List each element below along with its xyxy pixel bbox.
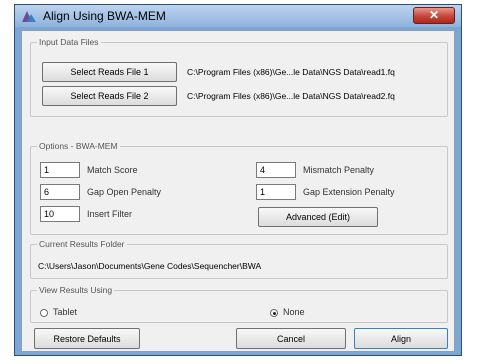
read2-path: C:\Program Files (x86)\Ge...le Data\NGS … [187,91,395,101]
align-button[interactable]: Align [354,328,448,349]
dialog-window: Align Using BWA-MEM ✕ Input Data Files S… [14,4,462,356]
insert-filter-input[interactable]: 10 [40,206,80,222]
window-title: Align Using BWA-MEM [43,9,166,23]
results-folder-legend: Current Results Folder [39,239,125,249]
view-results-legend: View Results Using [39,285,113,295]
restore-defaults-button[interactable]: Restore Defaults [34,328,140,349]
select-reads-file-2-button[interactable]: Select Reads File 2 [42,86,177,106]
mismatch-penalty-label: Mismatch Penalty [303,165,375,175]
view-results-group: View Results Using [30,285,448,323]
mismatch-penalty-input[interactable]: 4 [256,162,296,178]
gap-extension-penalty-label: Gap Extension Penalty [303,187,395,197]
insert-filter-label: Insert Filter [87,209,133,219]
none-radio[interactable] [270,309,278,317]
radio-selected-dot [272,311,276,315]
select-reads-file-1-button[interactable]: Select Reads File 1 [42,62,177,82]
read1-path: C:\Program Files (x86)\Ge...le Data\NGS … [187,67,395,77]
options-legend: Options - BWA-MEM [39,141,118,151]
sequencher-app-icon [22,11,36,22]
close-button[interactable]: ✕ [413,7,455,24]
match-score-label: Match Score [87,165,138,175]
advanced-edit-button[interactable]: Advanced (Edit) [258,207,378,227]
results-folder-path: C:\Users\Jason\Documents\Gene Codes\Sequ… [38,261,262,271]
gap-extension-penalty-input[interactable]: 1 [256,184,296,200]
cancel-button[interactable]: Cancel [236,328,346,349]
input-data-files-legend: Input Data Files [39,37,99,47]
results-folder-group: Current Results Folder [30,239,448,279]
title-bar[interactable]: Align Using BWA-MEM ✕ [15,5,461,27]
dialog-client-area: Input Data Files Select Reads File 1 C:\… [21,30,455,352]
gap-open-penalty-label: Gap Open Penalty [87,187,162,197]
tablet-radio[interactable] [40,309,48,317]
none-radio-label[interactable]: None [283,307,305,317]
match-score-input[interactable]: 1 [40,162,80,178]
tablet-radio-label[interactable]: Tablet [53,307,77,317]
gap-open-penalty-input[interactable]: 6 [40,184,80,200]
